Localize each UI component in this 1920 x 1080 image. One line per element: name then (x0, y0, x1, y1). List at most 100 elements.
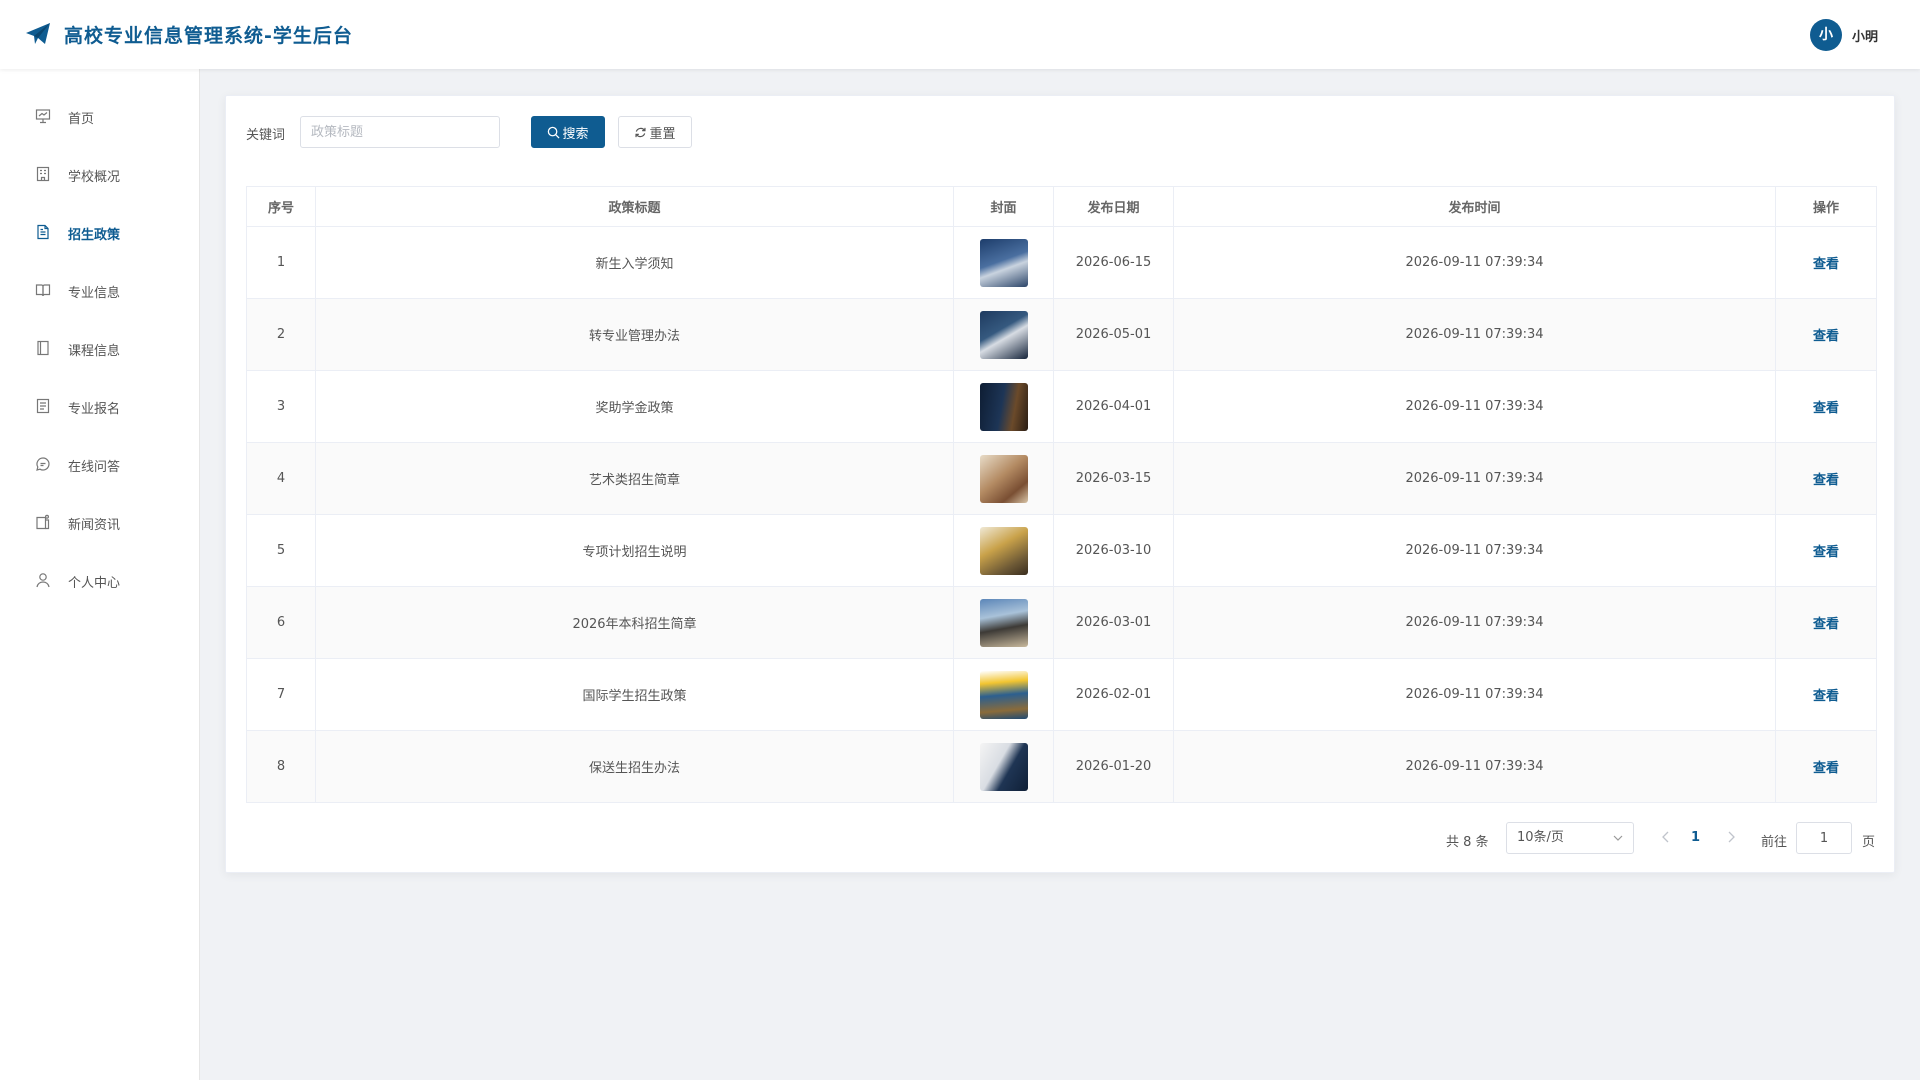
sidebar-item-major-registration[interactable]: 专业报名 (0, 384, 199, 428)
column-header-action: 操作 (1775, 186, 1877, 227)
top-header: 高校专业信息管理系统-学生后台 小 小明 (0, 0, 1920, 69)
sidebar-item-major-info[interactable]: 专业信息 (0, 268, 199, 312)
building-icon (36, 166, 50, 182)
table-row: 8 保送生招生办法 2026-01-20 2026-09-11 07:39:34… (246, 730, 1877, 803)
sidebar-item-label: 课程信息 (68, 344, 121, 359)
pagination-goto-input[interactable] (1796, 822, 1852, 854)
row-action: 查看 (1775, 586, 1877, 659)
column-header-title: 政策标题 (315, 186, 954, 227)
pagination-total: 共 8 条 (1446, 835, 1489, 850)
row-cover (953, 226, 1054, 299)
sidebar-item-home[interactable]: 首页 (0, 94, 199, 138)
sidebar-item-label: 首页 (68, 112, 95, 127)
table-row: 2 转专业管理办法 2026-05-01 2026-09-11 07:39:34… (246, 298, 1877, 371)
row-cover (953, 658, 1054, 731)
row-title: 艺术类招生简章 (315, 442, 954, 515)
sidebar-item-school-overview[interactable]: 学校概况 (0, 152, 199, 196)
sidebar-item-label: 学校概况 (68, 170, 121, 185)
row-index: 2 (246, 298, 316, 371)
table-row: 6 2026年本科招生简章 2026-03-01 2026-09-11 07:3… (246, 586, 1877, 659)
row-time: 2026-09-11 07:39:34 (1173, 298, 1776, 371)
notebook-icon (37, 340, 49, 356)
sidebar-item-news[interactable]: 新闻资讯 (0, 500, 199, 544)
sidebar-item-label: 新闻资讯 (68, 518, 121, 533)
view-link[interactable]: 查看 (1813, 329, 1839, 344)
sidebar-item-personal-center[interactable]: 个人中心 (0, 558, 199, 602)
row-time: 2026-09-11 07:39:34 (1173, 658, 1776, 731)
content-card: 关键词 搜索 重置 序号 政策标题 封面 发布日期 发布时间 操作 (225, 95, 1895, 873)
avatar[interactable]: 小 (1810, 19, 1842, 51)
row-time: 2026-09-11 07:39:34 (1173, 514, 1776, 587)
search-button[interactable]: 搜索 (531, 116, 605, 148)
view-link[interactable]: 查看 (1813, 761, 1839, 776)
view-link[interactable]: 查看 (1813, 473, 1839, 488)
cover-image[interactable] (979, 454, 1028, 503)
document-icon (37, 224, 49, 240)
row-date: 2026-02-01 (1053, 658, 1174, 731)
sidebar-item-label: 个人中心 (68, 576, 121, 591)
view-link[interactable]: 查看 (1813, 257, 1839, 272)
row-cover (953, 370, 1054, 443)
cover-image[interactable] (979, 310, 1028, 359)
row-action: 查看 (1775, 226, 1877, 299)
cover-image[interactable] (979, 742, 1028, 791)
reset-button-label: 重置 (649, 126, 676, 142)
sidebar-item-online-qa[interactable]: 在线问答 (0, 442, 199, 486)
chevron-right-icon[interactable] (1723, 829, 1739, 845)
username[interactable]: 小明 (1852, 26, 1878, 45)
presentation-icon (35, 109, 51, 124)
view-link[interactable]: 查看 (1813, 401, 1839, 416)
row-cover (953, 298, 1054, 371)
chevron-down-icon (1613, 835, 1623, 841)
row-index: 6 (246, 586, 316, 659)
table-row: 7 国际学生招生政策 2026-02-01 2026-09-11 07:39:3… (246, 658, 1877, 731)
row-cover (953, 442, 1054, 515)
view-link[interactable]: 查看 (1813, 545, 1839, 560)
row-action: 查看 (1775, 370, 1877, 443)
row-index: 4 (246, 442, 316, 515)
row-index: 1 (246, 226, 316, 299)
column-header-date: 发布日期 (1053, 186, 1174, 227)
row-action: 查看 (1775, 298, 1877, 371)
sidebar-item-course-info[interactable]: 课程信息 (0, 326, 199, 370)
column-header-index: 序号 (246, 186, 316, 227)
row-action: 查看 (1775, 658, 1877, 731)
table-row: 3 奖助学金政策 2026-04-01 2026-09-11 07:39:34 … (246, 370, 1877, 443)
row-date: 2026-06-15 (1053, 226, 1174, 299)
pagination-goto-unit: 页 (1862, 835, 1876, 850)
app-title: 高校专业信息管理系统-学生后台 (64, 25, 353, 47)
news-icon (36, 514, 50, 530)
reset-button[interactable]: 重置 (618, 116, 692, 148)
cover-image[interactable] (979, 238, 1028, 287)
chevron-left-icon[interactable] (1658, 829, 1674, 845)
sidebar-item-label: 专业信息 (68, 286, 121, 301)
column-header-cover: 封面 (953, 186, 1054, 227)
row-title: 国际学生招生政策 (315, 658, 954, 731)
cover-image[interactable] (979, 670, 1028, 719)
user-icon (36, 573, 50, 588)
keyword-search-input[interactable] (300, 116, 500, 148)
row-date: 2026-03-15 (1053, 442, 1174, 515)
row-time: 2026-09-11 07:39:34 (1173, 730, 1776, 803)
keyword-label: 关键词 (246, 128, 286, 143)
row-index: 5 (246, 514, 316, 587)
sidebar-item-label: 专业报名 (68, 402, 121, 417)
table-row: 5 专项计划招生说明 2026-03-10 2026-09-11 07:39:3… (246, 514, 1877, 587)
row-date: 2026-03-10 (1053, 514, 1174, 587)
sidebar-item-admission-policy[interactable]: 招生政策 (0, 210, 199, 254)
row-time: 2026-09-11 07:39:34 (1173, 226, 1776, 299)
book-icon (35, 284, 51, 297)
search-button-label: 搜索 (562, 126, 589, 142)
pagination-goto-label: 前往 (1761, 835, 1788, 850)
view-link[interactable]: 查看 (1813, 689, 1839, 704)
cover-image[interactable] (979, 526, 1028, 575)
view-link[interactable]: 查看 (1813, 617, 1839, 632)
cover-image[interactable] (979, 382, 1028, 431)
row-date: 2026-03-01 (1053, 586, 1174, 659)
row-index: 8 (246, 730, 316, 803)
page-size-select[interactable]: 10条/页 (1506, 822, 1634, 854)
pagination-current-page[interactable]: 1 (1691, 830, 1700, 845)
row-time: 2026-09-11 07:39:34 (1173, 370, 1776, 443)
sidebar-item-label: 招生政策 (68, 228, 121, 243)
cover-image[interactable] (979, 598, 1028, 647)
